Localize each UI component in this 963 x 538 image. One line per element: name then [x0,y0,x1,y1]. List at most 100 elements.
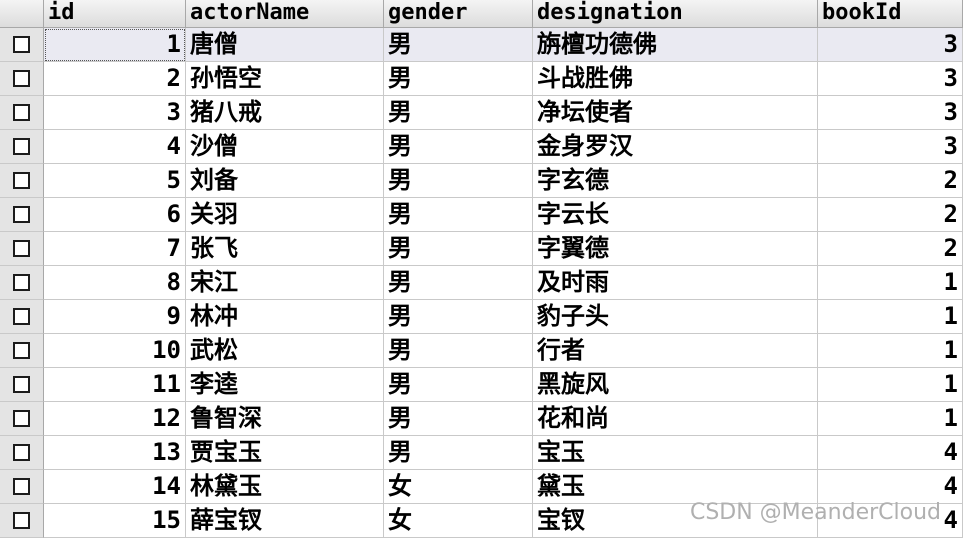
cell-bookid[interactable]: 4 [818,470,963,504]
row-checkbox-icon[interactable] [13,104,30,121]
cell-gender[interactable]: 女 [384,470,533,504]
cell-designation[interactable]: 黑旋风 [533,368,818,402]
row-checkbox-icon[interactable] [13,70,30,87]
table-row[interactable]: 11 李逵男黑旋风 1 [0,368,963,402]
table-row[interactable]: 3 猪八戒男净坛使者 3 [0,96,963,130]
cell-designation[interactable]: 黛玉 [533,470,818,504]
table-row[interactable]: 8 宋江男及时雨 1 [0,266,963,300]
cell-bookid[interactable]: 4 [818,436,963,470]
cell-gender[interactable]: 男 [384,28,533,62]
row-checkbox-icon[interactable] [13,240,30,257]
row-selector[interactable] [0,300,44,334]
cell-designation[interactable]: 豹子头 [533,300,818,334]
table-row[interactable]: 2 孙悟空男斗战胜佛 3 [0,62,963,96]
cell-id[interactable]: 4 [44,130,186,164]
row-selector[interactable] [0,402,44,436]
table-row[interactable]: 4 沙僧男金身罗汉 3 [0,130,963,164]
cell-id[interactable]: 13 [44,436,186,470]
cell-gender[interactable]: 男 [384,164,533,198]
cell-actorname[interactable]: 鲁智深 [186,402,384,436]
cell-designation[interactable]: 字玄德 [533,164,818,198]
cell-actorname[interactable]: 沙僧 [186,130,384,164]
table-row[interactable]: 6 关羽男字云长 2 [0,198,963,232]
cell-id[interactable]: 15 [44,504,186,538]
row-checkbox-icon[interactable] [13,36,30,53]
cell-actorname[interactable]: 张飞 [186,232,384,266]
row-selector[interactable] [0,504,44,538]
cell-bookid[interactable]: 3 [818,130,963,164]
cell-designation[interactable]: 净坛使者 [533,96,818,130]
table-row[interactable]: 7 张飞男字翼德 2 [0,232,963,266]
cell-gender[interactable]: 男 [384,334,533,368]
cell-id[interactable]: 11 [44,368,186,402]
cell-designation[interactable]: 金身罗汉 [533,130,818,164]
row-checkbox-icon[interactable] [13,410,30,427]
column-header-id[interactable]: id [44,0,186,28]
cell-gender[interactable]: 男 [384,96,533,130]
cell-gender[interactable]: 男 [384,198,533,232]
row-checkbox-icon[interactable] [13,512,30,529]
column-header-bookid[interactable]: bookId [818,0,963,28]
row-selector[interactable] [0,334,44,368]
cell-gender[interactable]: 男 [384,300,533,334]
row-checkbox-icon[interactable] [13,376,30,393]
cell-bookid[interactable]: 1 [818,368,963,402]
cell-gender[interactable]: 男 [384,232,533,266]
row-selector[interactable] [0,96,44,130]
cell-gender[interactable]: 男 [384,266,533,300]
row-checkbox-icon[interactable] [13,308,30,325]
cell-gender[interactable]: 男 [384,402,533,436]
cell-actorname[interactable]: 武松 [186,334,384,368]
cell-gender[interactable]: 男 [384,368,533,402]
table-row[interactable]: 1 唐僧男旃檀功德佛 3 [0,28,963,62]
cell-id[interactable]: 14 [44,470,186,504]
cell-id[interactable]: 12 [44,402,186,436]
cell-actorname[interactable]: 贾宝玉 [186,436,384,470]
table-row[interactable]: 10 武松男行者 1 [0,334,963,368]
cell-actorname[interactable]: 唐僧 [186,28,384,62]
cell-bookid[interactable]: 3 [818,28,963,62]
column-header-actorname[interactable]: actorName [186,0,384,28]
cell-gender[interactable]: 男 [384,436,533,470]
cell-bookid[interactable]: 1 [818,266,963,300]
row-selector[interactable] [0,232,44,266]
cell-actorname[interactable]: 刘备 [186,164,384,198]
cell-id[interactable]: 7 [44,232,186,266]
cell-bookid[interactable]: 2 [818,198,963,232]
row-selector[interactable] [0,164,44,198]
cell-bookid[interactable]: 3 [818,96,963,130]
row-checkbox-icon[interactable] [13,342,30,359]
row-selector[interactable] [0,470,44,504]
table-row[interactable]: 9 林冲男豹子头 1 [0,300,963,334]
cell-actorname[interactable]: 李逵 [186,368,384,402]
cell-id[interactable]: 6 [44,198,186,232]
cell-designation[interactable]: 行者 [533,334,818,368]
row-selector[interactable] [0,266,44,300]
cell-gender[interactable]: 女 [384,504,533,538]
cell-actorname[interactable]: 关羽 [186,198,384,232]
cell-id[interactable]: 5 [44,164,186,198]
cell-designation[interactable]: 宝玉 [533,436,818,470]
cell-designation[interactable]: 花和尚 [533,402,818,436]
table-row[interactable]: 5 刘备男字玄德 2 [0,164,963,198]
cell-id[interactable]: 10 [44,334,186,368]
row-selector[interactable] [0,130,44,164]
cell-bookid[interactable]: 2 [818,232,963,266]
column-header-designation[interactable]: designation [533,0,818,28]
row-selector[interactable] [0,436,44,470]
row-checkbox-icon[interactable] [13,172,30,189]
cell-designation[interactable]: 旃檀功德佛 [533,28,818,62]
cell-id[interactable]: 1 [44,28,186,62]
row-checkbox-icon[interactable] [13,444,30,461]
cell-actorname[interactable]: 孙悟空 [186,62,384,96]
cell-bookid[interactable]: 1 [818,334,963,368]
cell-bookid[interactable]: 2 [818,164,963,198]
row-checkbox-icon[interactable] [13,206,30,223]
cell-id[interactable]: 9 [44,300,186,334]
cell-bookid[interactable]: 1 [818,402,963,436]
row-checkbox-icon[interactable] [13,274,30,291]
cell-bookid[interactable]: 1 [818,300,963,334]
cell-designation[interactable]: 字翼德 [533,232,818,266]
cell-gender[interactable]: 男 [384,130,533,164]
cell-actorname[interactable]: 宋江 [186,266,384,300]
